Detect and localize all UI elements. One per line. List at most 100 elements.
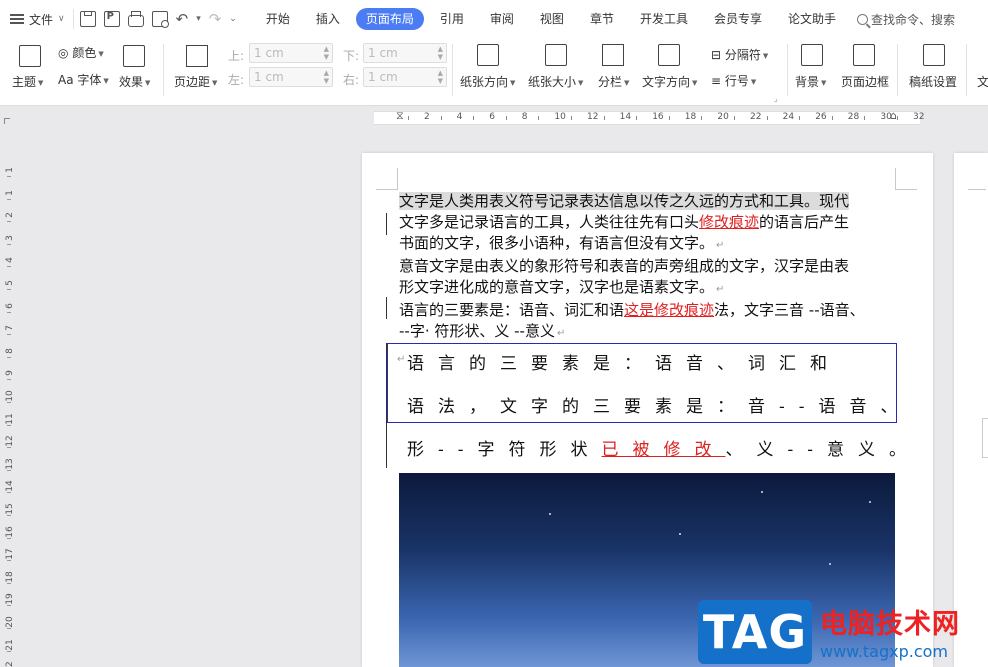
ruler-number: 1 — [5, 189, 15, 196]
next-page[interactable] — [954, 153, 988, 667]
command-search[interactable]: 查找命令、搜索 — [857, 11, 955, 28]
ruler-tick — [7, 221, 11, 223]
redo-icon[interactable]: ↷ — [209, 11, 222, 27]
tab-sections[interactable]: 章节 — [580, 8, 624, 30]
manuscript-button[interactable]: 稿纸设置 — [909, 73, 957, 90]
ruler-tick — [799, 116, 801, 120]
ruler-tick — [7, 650, 11, 652]
effects-button[interactable]: 效果 ▼ — [119, 73, 150, 90]
crop-mark — [895, 168, 917, 190]
orientation-button[interactable]: 纸张方向 ▼ — [460, 73, 515, 90]
dialog-launcher-icon[interactable]: ⌟ — [774, 94, 778, 103]
columns-icon[interactable] — [602, 44, 624, 66]
tab-view[interactable]: 视图 — [530, 8, 574, 30]
columns-button[interactable]: 分栏 ▼ — [598, 73, 629, 90]
tab-insert[interactable]: 插入 — [306, 8, 350, 30]
page-borders-button[interactable]: 页面边框 — [841, 73, 889, 90]
crop-mark — [376, 168, 398, 190]
undo-icon[interactable]: ↶ — [176, 11, 189, 27]
cutoff-button[interactable]: 文 — [977, 73, 988, 90]
revision-text[interactable]: 已被修改 — [602, 440, 726, 460]
document-page[interactable]: 文字是人类用表义符号记录表达信息以传之久远的方式和工具。现代 文字多是记录语言的工… — [362, 153, 933, 667]
star — [761, 491, 763, 493]
ruler-number: 1 — [5, 167, 15, 173]
ruler-tick — [7, 469, 11, 471]
ruler-tick — [7, 356, 11, 358]
revision-text[interactable]: 修改痕迹 — [699, 213, 759, 231]
menu-left: 文件 ∨ ↶ ▾ ↷ ⌄ — [0, 0, 243, 38]
horizontal-ruler[interactable]: ⧖ ⌂ 2 4 6 8 10 12 14 16 18 20 22 24 26 28 30 32 — [362, 107, 932, 129]
ruler-number: 15 — [5, 503, 15, 515]
star — [549, 513, 551, 515]
background-button[interactable]: 背景 ▼ — [795, 73, 826, 90]
spinner-icon: ▲ ▼ — [323, 45, 329, 61]
ruler-number: 5 — [5, 280, 15, 286]
tab-member[interactable]: 会员专享 — [704, 8, 772, 30]
tab-paper-assistant[interactable]: 论文助手 — [778, 8, 846, 30]
side-panel-handle[interactable] — [982, 418, 988, 458]
paragraph-mark: ↵ — [556, 328, 566, 339]
margins-button[interactable]: 页边距 ▼ — [174, 73, 217, 90]
theme-button[interactable]: 主题 ▼ — [12, 73, 43, 90]
ruler-number: 20 — [5, 616, 15, 628]
ruler-tick — [7, 492, 11, 494]
quick-access-toolbar: ↶ ▾ ↷ ⌄ — [72, 9, 243, 29]
ruler-number: 22 — [5, 661, 15, 667]
revision-text[interactable]: 这是修改痕迹 — [624, 301, 714, 319]
star — [829, 563, 831, 565]
spaced-paragraph[interactable]: ↵ 语言的三要素是：语音、词汇和 语法，文字的三要素是：音--语音、 形--字符… — [387, 343, 906, 468]
tab-review[interactable]: 审阅 — [480, 8, 524, 30]
ruler-tick — [7, 379, 11, 381]
ruler-number: 10 — [554, 112, 566, 122]
background-icon[interactable] — [801, 44, 823, 66]
ruler-number: 12 — [587, 112, 599, 122]
margins-icon[interactable] — [186, 45, 208, 67]
ruler-tick — [7, 582, 11, 584]
tab-page-layout[interactable]: 页面布局 — [355, 8, 424, 30]
ruler-number: 22 — [750, 112, 762, 122]
theme-icon[interactable] — [19, 45, 41, 67]
paper-size-icon[interactable] — [545, 44, 567, 66]
document-body[interactable]: 文字是人类用表义符号记录表达信息以传之久远的方式和工具。现代 文字多是记录语言的工… — [399, 191, 899, 344]
line-numbers-button[interactable]: ≡ 行号 ▼ — [711, 72, 756, 89]
breaks-button[interactable]: ⊟ 分隔符 ▼ — [711, 46, 768, 63]
text-direction-icon[interactable] — [658, 44, 680, 66]
save-icon[interactable] — [79, 11, 96, 27]
chevron-down-icon[interactable]: ▾ — [196, 14, 201, 24]
file-menu-button[interactable]: 文件 ∨ — [10, 11, 73, 28]
tab-home[interactable]: 开始 — [256, 8, 300, 30]
ruler-number: 26 — [815, 112, 827, 122]
tab-references[interactable]: 引用 — [430, 8, 474, 30]
ruler-number: 2 — [424, 112, 430, 122]
menu-bar: 文件 ∨ ↶ ▾ ↷ ⌄ 开始 插入 页面布局 引用 审阅 视图 章节 开发工具… — [0, 0, 988, 38]
indent-marker-icon[interactable]: ⧖ — [396, 109, 404, 123]
ruler-tick — [603, 116, 605, 120]
font-icon: Aa — [58, 73, 74, 87]
page-borders-icon[interactable] — [853, 44, 875, 66]
margin-bottom-input[interactable]: 1 cm ▲ ▼ — [363, 43, 447, 63]
text-direction-button[interactable]: 文字方向 ▼ — [642, 73, 697, 90]
customize-toolbar-icon[interactable]: ⌄ — [229, 14, 237, 24]
margin-top-input[interactable]: 1 cm ▲ ▼ — [249, 43, 333, 63]
ruler-number: 20 — [717, 112, 729, 122]
colors-button[interactable]: ◎ 颜色 ▼ — [58, 44, 104, 61]
fonts-button[interactable]: Aa 字体 ▼ — [58, 71, 109, 88]
print-icon[interactable] — [127, 10, 144, 27]
effects-icon[interactable] — [123, 45, 145, 67]
vertical-ruler[interactable]: 112345678910111213141516171819202122 — [0, 129, 18, 667]
margin-left-input[interactable]: 1 cm ▲ ▼ — [249, 67, 333, 87]
print-preview-icon[interactable] — [151, 11, 169, 28]
paper-size-button[interactable]: 纸张大小 ▼ — [528, 73, 583, 90]
ruler-tick — [701, 116, 703, 120]
export-pdf-icon[interactable] — [103, 11, 120, 27]
margin-left-label: 左: — [228, 73, 245, 87]
margin-top-label: 上: — [228, 49, 245, 63]
margin-right-input[interactable]: 1 cm ▲ ▼ — [363, 67, 447, 87]
ruler-number: 14 — [619, 112, 632, 122]
orientation-icon[interactable] — [477, 44, 499, 66]
manuscript-icon[interactable] — [923, 44, 945, 66]
watermark-url: www.tagxp.com — [820, 642, 948, 661]
star — [679, 533, 681, 535]
paragraph-mark: ↵ — [716, 284, 725, 295]
tab-developer[interactable]: 开发工具 — [630, 8, 698, 30]
